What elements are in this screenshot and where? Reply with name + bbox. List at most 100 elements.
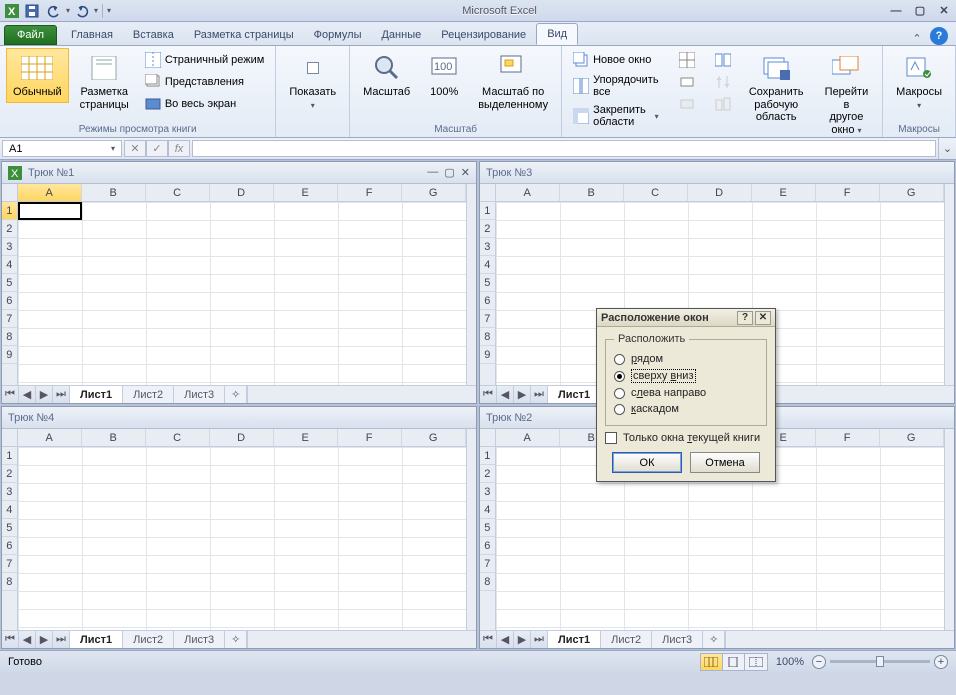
zoom-in-button[interactable]: + xyxy=(934,655,948,669)
row-header[interactable]: 6 xyxy=(480,292,495,310)
col-header[interactable]: B xyxy=(560,184,624,201)
tab-page-layout[interactable]: Разметка страницы xyxy=(184,25,304,45)
view-normal-button[interactable]: Обычный xyxy=(6,48,69,103)
sheet-tab[interactable]: Лист2 xyxy=(123,631,174,648)
cell-grid[interactable] xyxy=(18,202,466,385)
dialog-help-button[interactable]: ? xyxy=(737,311,753,325)
row-header[interactable]: 8 xyxy=(2,573,17,591)
col-header[interactable]: F xyxy=(816,429,880,446)
active-workbook-checkbox[interactable]: Только окна текущей книги xyxy=(605,426,767,444)
sheet-tab[interactable]: Лист1 xyxy=(70,386,123,403)
qat-undo-dropdown[interactable]: ▾ xyxy=(66,6,70,15)
vertical-scrollbar[interactable] xyxy=(944,429,954,630)
active-cell[interactable] xyxy=(18,202,82,220)
save-workspace-button[interactable]: Сохранить рабочую область xyxy=(740,48,813,128)
row-header[interactable]: 6 xyxy=(2,537,17,555)
zoom-out-button[interactable]: − xyxy=(812,655,826,669)
tab-first-button[interactable]: ⏮ xyxy=(2,386,19,403)
zoom-100-button[interactable]: 100 100% xyxy=(421,48,467,103)
help-button[interactable]: ? xyxy=(930,27,948,45)
row-header[interactable]: 2 xyxy=(2,465,17,483)
name-box[interactable]: A1▾ xyxy=(2,140,122,157)
zoom-button[interactable]: Масштаб xyxy=(356,48,417,103)
split-button[interactable] xyxy=(674,50,700,70)
qat-undo-button[interactable] xyxy=(44,2,64,20)
freeze-panes-button[interactable]: Закрепить области ▾ xyxy=(568,102,663,130)
arrange-all-button[interactable]: Упорядочить все xyxy=(568,72,663,100)
row-header[interactable]: 5 xyxy=(480,274,495,292)
col-header[interactable]: A xyxy=(18,184,82,201)
row-header[interactable]: 7 xyxy=(480,310,495,328)
radio-tiled[interactable]: рядом xyxy=(614,351,758,367)
tab-view[interactable]: Вид xyxy=(536,23,578,45)
row-header[interactable]: 7 xyxy=(2,310,17,328)
tab-data[interactable]: Данные xyxy=(371,25,431,45)
row-header[interactable]: 5 xyxy=(2,519,17,537)
row-header[interactable]: 3 xyxy=(2,483,17,501)
row-header[interactable]: 2 xyxy=(2,220,17,238)
tab-home[interactable]: Главная xyxy=(61,25,123,45)
new-window-button[interactable]: Новое окно xyxy=(568,50,663,70)
view-side-by-side-button[interactable] xyxy=(710,50,736,70)
col-header[interactable]: G xyxy=(402,184,466,201)
tab-file[interactable]: Файл xyxy=(4,25,57,45)
zoom-percent[interactable]: 100% xyxy=(768,656,812,668)
show-dropdown-button[interactable]: Показать▾ xyxy=(282,48,343,115)
row-header[interactable]: 6 xyxy=(480,537,495,555)
horizontal-scrollbar[interactable] xyxy=(247,631,476,648)
view-page-layout-shortcut[interactable] xyxy=(723,654,745,670)
row-header[interactable]: 6 xyxy=(2,292,17,310)
row-header[interactable]: 9 xyxy=(480,346,495,364)
row-header[interactable]: 9 xyxy=(2,346,17,364)
tab-formulas[interactable]: Формулы xyxy=(304,25,372,45)
row-header[interactable]: 1 xyxy=(480,202,495,220)
macros-button[interactable]: Макросы▾ xyxy=(889,48,949,115)
sheet-tab[interactable]: Лист1 xyxy=(548,386,601,403)
row-header[interactable]: 5 xyxy=(2,274,17,292)
view-page-break-shortcut[interactable] xyxy=(745,654,767,670)
col-header[interactable]: F xyxy=(816,184,880,201)
formula-input[interactable] xyxy=(192,140,936,157)
col-header[interactable]: B xyxy=(82,429,146,446)
col-header[interactable]: C xyxy=(146,429,210,446)
row-header[interactable]: 4 xyxy=(2,256,17,274)
sheet-tab[interactable]: Лист3 xyxy=(174,631,225,648)
wb-minimize-button[interactable]: — xyxy=(427,166,438,179)
col-header[interactable]: E xyxy=(274,429,338,446)
wb-close-button[interactable]: ✕ xyxy=(461,166,470,179)
col-header[interactable]: C xyxy=(146,184,210,201)
row-header[interactable]: 7 xyxy=(480,555,495,573)
row-header[interactable]: 3 xyxy=(2,238,17,256)
col-header[interactable]: F xyxy=(338,184,402,201)
sheet-tab[interactable]: Лист3 xyxy=(652,631,703,648)
view-page-layout-button[interactable]: Разметка страницы xyxy=(73,48,136,115)
radio-cascade[interactable]: каскадом xyxy=(614,401,758,417)
app-icon[interactable]: X xyxy=(4,3,20,19)
fx-button[interactable]: fx xyxy=(168,140,190,157)
switch-windows-button[interactable]: Перейти в другое окно ▾ xyxy=(817,48,876,141)
sheet-tab[interactable]: Лист2 xyxy=(601,631,652,648)
zoom-track[interactable] xyxy=(830,660,930,663)
row-header[interactable]: 1 xyxy=(2,447,17,465)
qat-redo-button[interactable] xyxy=(72,2,92,20)
col-header[interactable]: D xyxy=(688,184,752,201)
sheet-tab[interactable]: Лист2 xyxy=(123,386,174,403)
col-header[interactable]: E xyxy=(752,184,816,201)
vertical-scrollbar[interactable] xyxy=(944,184,954,385)
tab-last-button[interactable]: ⏭ xyxy=(53,386,70,403)
zoom-thumb[interactable] xyxy=(876,656,884,667)
cell-grid[interactable] xyxy=(18,447,466,630)
col-header[interactable]: F xyxy=(338,429,402,446)
row-header[interactable]: 3 xyxy=(480,238,495,256)
col-header[interactable]: B xyxy=(82,184,146,201)
horizontal-scrollbar[interactable] xyxy=(725,631,954,648)
sheet-tab[interactable]: Лист1 xyxy=(548,631,601,648)
col-header[interactable]: A xyxy=(496,184,560,201)
vertical-scrollbar[interactable] xyxy=(466,184,476,385)
row-header[interactable]: 4 xyxy=(480,501,495,519)
horizontal-scrollbar[interactable] xyxy=(247,386,476,403)
tab-insert[interactable]: Вставка xyxy=(123,25,184,45)
view-normal-shortcut[interactable] xyxy=(701,654,723,670)
col-header[interactable]: E xyxy=(274,184,338,201)
zoom-to-selection-button[interactable]: Масштаб по выделенному xyxy=(471,48,555,115)
